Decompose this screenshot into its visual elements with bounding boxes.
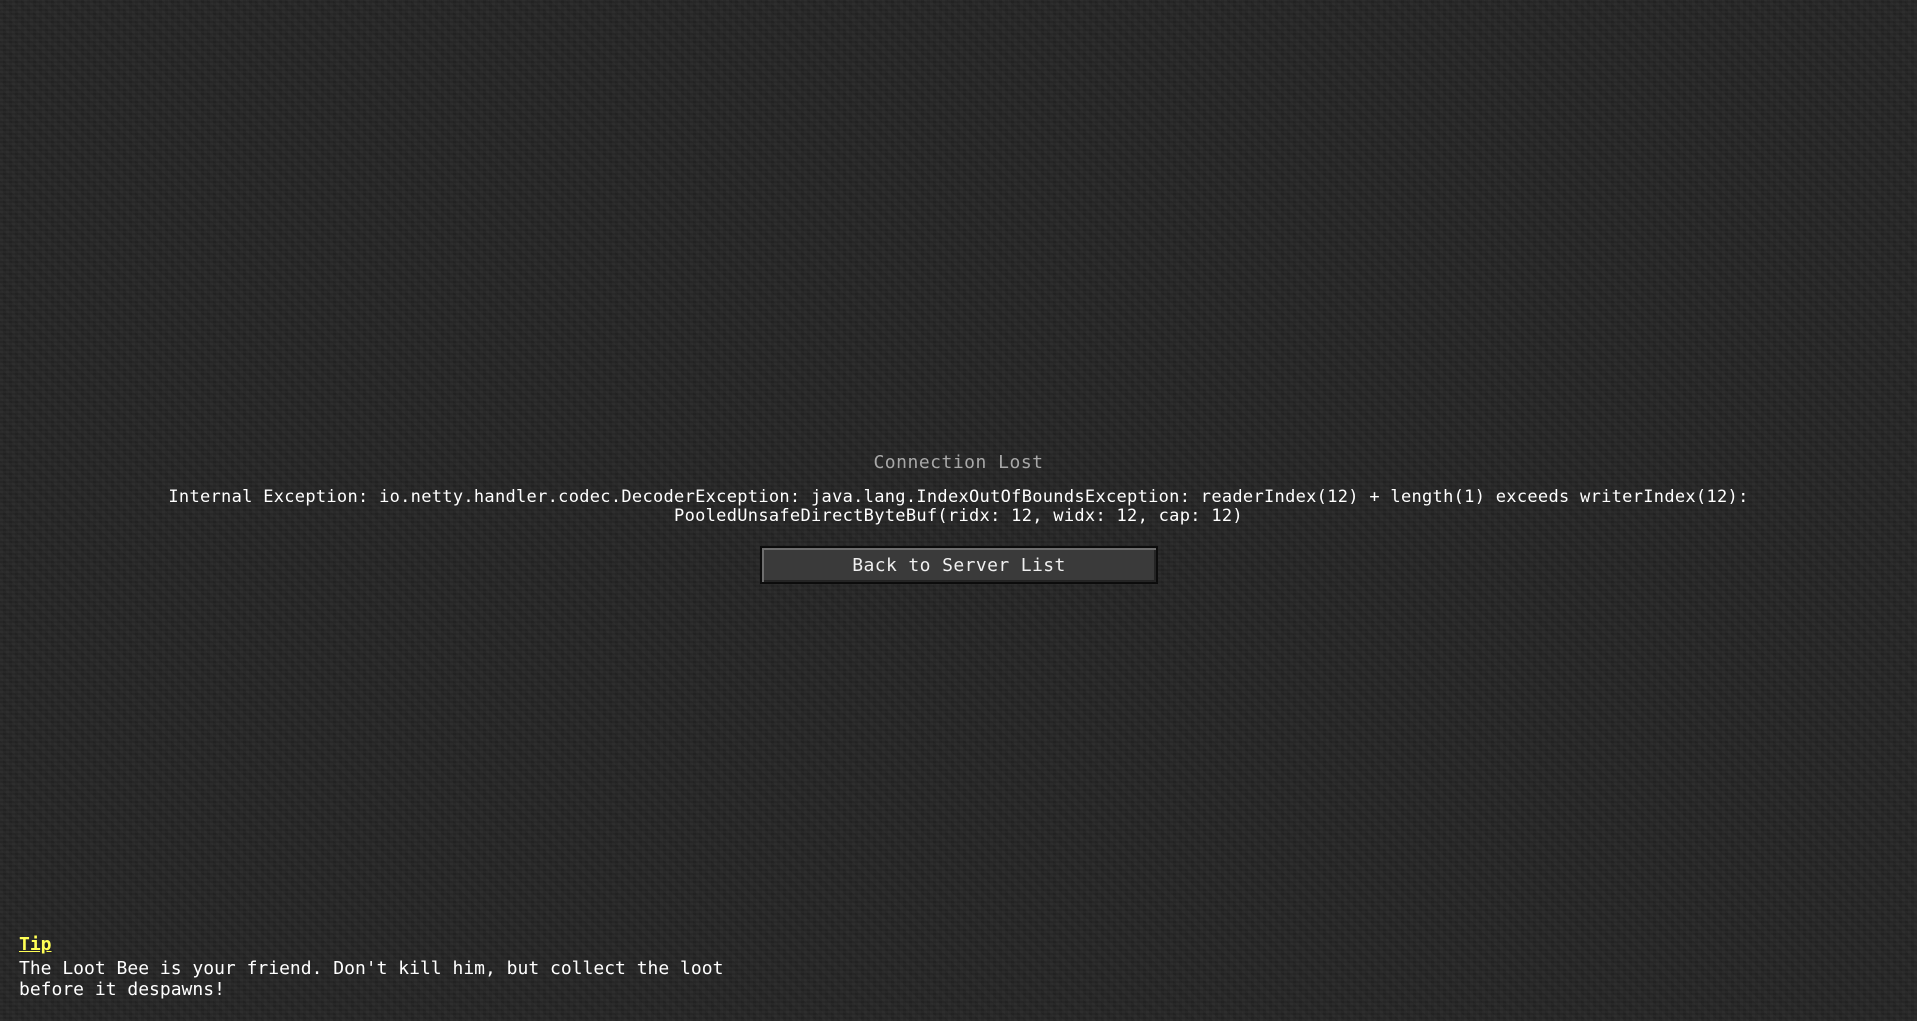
tip-text-line: before it despawns! bbox=[19, 979, 225, 1000]
disconnect-reason-line: PooledUnsafeDirectByteBuf(ridx: 12, widx… bbox=[674, 506, 1243, 526]
tip-text-line: The Loot Bee is your friend. Don't kill … bbox=[19, 958, 724, 979]
disconnect-reason: Internal Exception: io.netty.handler.cod… bbox=[120, 488, 1797, 526]
back-to-server-list-button[interactable]: Back to Server List bbox=[760, 546, 1158, 584]
tip-label: Tip bbox=[19, 934, 52, 955]
disconnect-reason-line: Internal Exception: io.netty.handler.cod… bbox=[168, 487, 1749, 507]
disconnect-screen: Connection Lost Internal Exception: io.n… bbox=[0, 0, 1917, 1021]
tip-panel: Tip The Loot Bee is your friend. Don't k… bbox=[19, 934, 724, 1000]
disconnect-title: Connection Lost bbox=[873, 452, 1044, 473]
tip-text: The Loot Bee is your friend. Don't kill … bbox=[19, 958, 724, 1000]
